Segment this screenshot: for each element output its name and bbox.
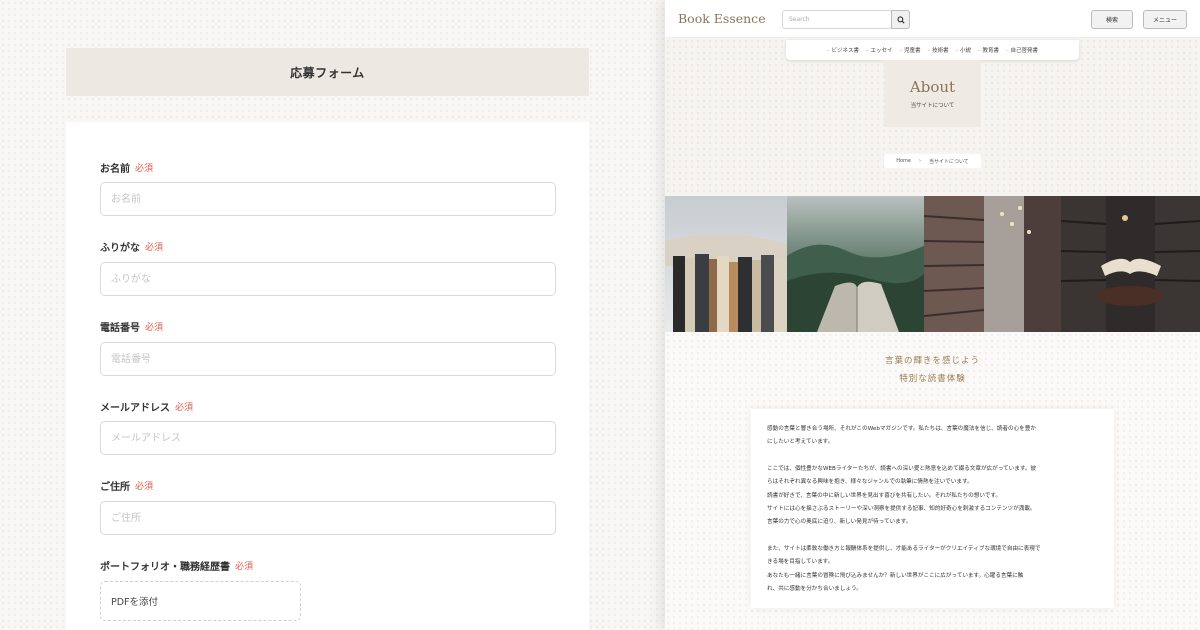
address-input[interactable]: [100, 501, 556, 535]
menu-button-label: メニュー: [1152, 17, 1177, 24]
phone-input[interactable]: [100, 342, 556, 376]
required-badge: 必須: [135, 482, 154, 492]
nav-item-technical[interactable]: 技術書: [927, 46, 949, 54]
name-input[interactable]: [100, 182, 556, 216]
about-title: About: [909, 78, 956, 96]
tagline-line-1: 言葉の輝きを感じよう: [884, 356, 980, 366]
email-input[interactable]: [100, 421, 556, 455]
nav-item-business[interactable]: ビジネス書: [827, 46, 859, 54]
name-label: お名前 必須: [100, 160, 153, 175]
text-line: また、サイトは柔軟な働き方と報酬体系を提供し、才能あるライターがクリエイティブな…: [767, 545, 1041, 552]
name-label-text: お名前: [100, 164, 130, 175]
category-nav: ビジネス書 エッセイ 児童書 技術書 小説 教育書 自己啓発書: [786, 40, 1079, 60]
nav-item-education[interactable]: 教育書: [978, 46, 1000, 54]
about-heading-box: About 当サイトについて: [884, 60, 981, 127]
books-stack-photo: [665, 196, 787, 332]
portfolio-label: ポートフォリオ・職務経歴書 必須: [100, 558, 253, 573]
address-label-text: ご住所: [100, 482, 130, 493]
text-line: ここでは、個性豊かなWEBライターたちが、読書への深い愛と熱意を込めて綴る文章が…: [767, 465, 1037, 472]
text-line: 読書が好きで、言葉の中に新しい世界を見出す喜びを共有したい。それが私たちの想いで…: [767, 492, 1001, 499]
intro-paragraph-1: 感動の言葉と響き合う場所、それがこのWebマガジンです。私たちは、言葉の魔法を信…: [767, 423, 1098, 450]
intro-paragraph-2: ここでは、個性豊かなWEBライターたちが、読書への深い愛と熱意を込めて綴る文章が…: [767, 463, 1098, 530]
furigana-label: ふりがな 必須: [100, 239, 163, 254]
forest-book-photo: [787, 196, 924, 332]
text-line: にしたいと考えています。: [767, 439, 834, 446]
furigana-label-text: ふりがな: [100, 243, 140, 254]
search-button[interactable]: 検索: [1091, 10, 1133, 29]
required-badge: 必須: [175, 403, 194, 413]
search-button-label: 検索: [1105, 17, 1118, 24]
phone-label: 電話番号 必須: [100, 319, 163, 334]
nav-item-novel[interactable]: 小説: [956, 46, 971, 54]
text-line: らはそれぞれ異なる興味を抱き、様々なジャンルでの執筆に情熱を注いでいます。: [767, 479, 973, 486]
text-line: れ、共に感動を分かち合いましょう。: [767, 586, 862, 593]
dark-library-photo: [1061, 196, 1200, 332]
intro-paragraph-3: また、サイトは柔軟な働き方と報酬体系を提供し、才能あるライターがクリエイティブな…: [767, 543, 1098, 597]
text-line: 感動の言葉と響き合う場所、それがこのWebマガジンです。私たちは、言葉の魔法を信…: [767, 426, 1036, 432]
phone-label-text: 電話番号: [100, 323, 140, 334]
about-subtitle: 当サイトについて: [910, 103, 955, 109]
text-line: サイトには心を揺さぶるストーリーや深い洞察を提供する記事、知的好奇心を刺激するコ…: [767, 506, 1036, 513]
tagline-line-2: 特別な読書体験: [899, 374, 966, 384]
site-header: Book Essence 検索 メニュー: [665, 0, 1200, 38]
breadcrumb-current: 当サイトについて: [928, 158, 969, 165]
breadcrumb-separator: ›: [918, 158, 921, 164]
form-card: お名前 必須 ふりがな 必須 電話番号 必須 メールアドレス 必須 ご住所 必須: [66, 122, 589, 630]
required-badge: 必須: [135, 164, 154, 174]
email-label-text: メールアドレス: [100, 403, 170, 414]
pdf-attach-label: PDFを添付: [111, 597, 159, 608]
breadcrumb-home[interactable]: Home: [896, 158, 911, 164]
address-label: ご住所 必須: [100, 478, 153, 493]
text-line: あなたも一緒に言葉の冒険に飛び込みませんか？新しい世界がここに広がっています。心…: [767, 572, 1024, 579]
search-icon: [896, 15, 905, 24]
breadcrumb: Home › 当サイトについて: [884, 154, 981, 168]
required-badge: 必須: [145, 323, 164, 333]
menu-button[interactable]: メニュー: [1143, 10, 1187, 29]
site-logo[interactable]: Book Essence: [678, 11, 766, 26]
site-preview: Book Essence 検索 メニュー ビジネス書 エッセイ 児童書 技術書 …: [665, 0, 1200, 630]
photo-strip: [665, 196, 1200, 332]
text-line: 言葉の力で心の奥底に迫り、新しい発見が待っています。: [767, 519, 912, 526]
pdf-attach-button[interactable]: PDFを添付: [100, 581, 301, 621]
nav-item-self-help[interactable]: 自己啓発書: [1006, 46, 1039, 54]
form-header: 応募フォーム: [66, 48, 589, 96]
email-label: メールアドレス 必須: [100, 399, 193, 414]
search-input[interactable]: [782, 10, 892, 29]
search-icon-button[interactable]: [891, 10, 910, 29]
application-form-area: 応募フォーム お名前 必須 ふりがな 必須 電話番号 必須 メールアドレス 必須…: [0, 0, 665, 630]
furigana-input[interactable]: [100, 262, 556, 296]
nav-item-children[interactable]: 児童書: [899, 46, 921, 54]
text-line: きる場を目指しています。: [767, 559, 834, 566]
required-badge: 必須: [145, 243, 164, 253]
nav-item-essay[interactable]: エッセイ: [866, 46, 892, 54]
required-badge: 必須: [235, 562, 254, 572]
intro-text-card: 感動の言葉と響き合う場所、それがこのWebマガジンです。私たちは、言葉の魔法を信…: [751, 409, 1114, 608]
form-title: 応募フォーム: [290, 65, 365, 80]
portfolio-label-text: ポートフォリオ・職務経歴書: [100, 562, 230, 573]
library-shelves-photo: [924, 196, 1061, 332]
